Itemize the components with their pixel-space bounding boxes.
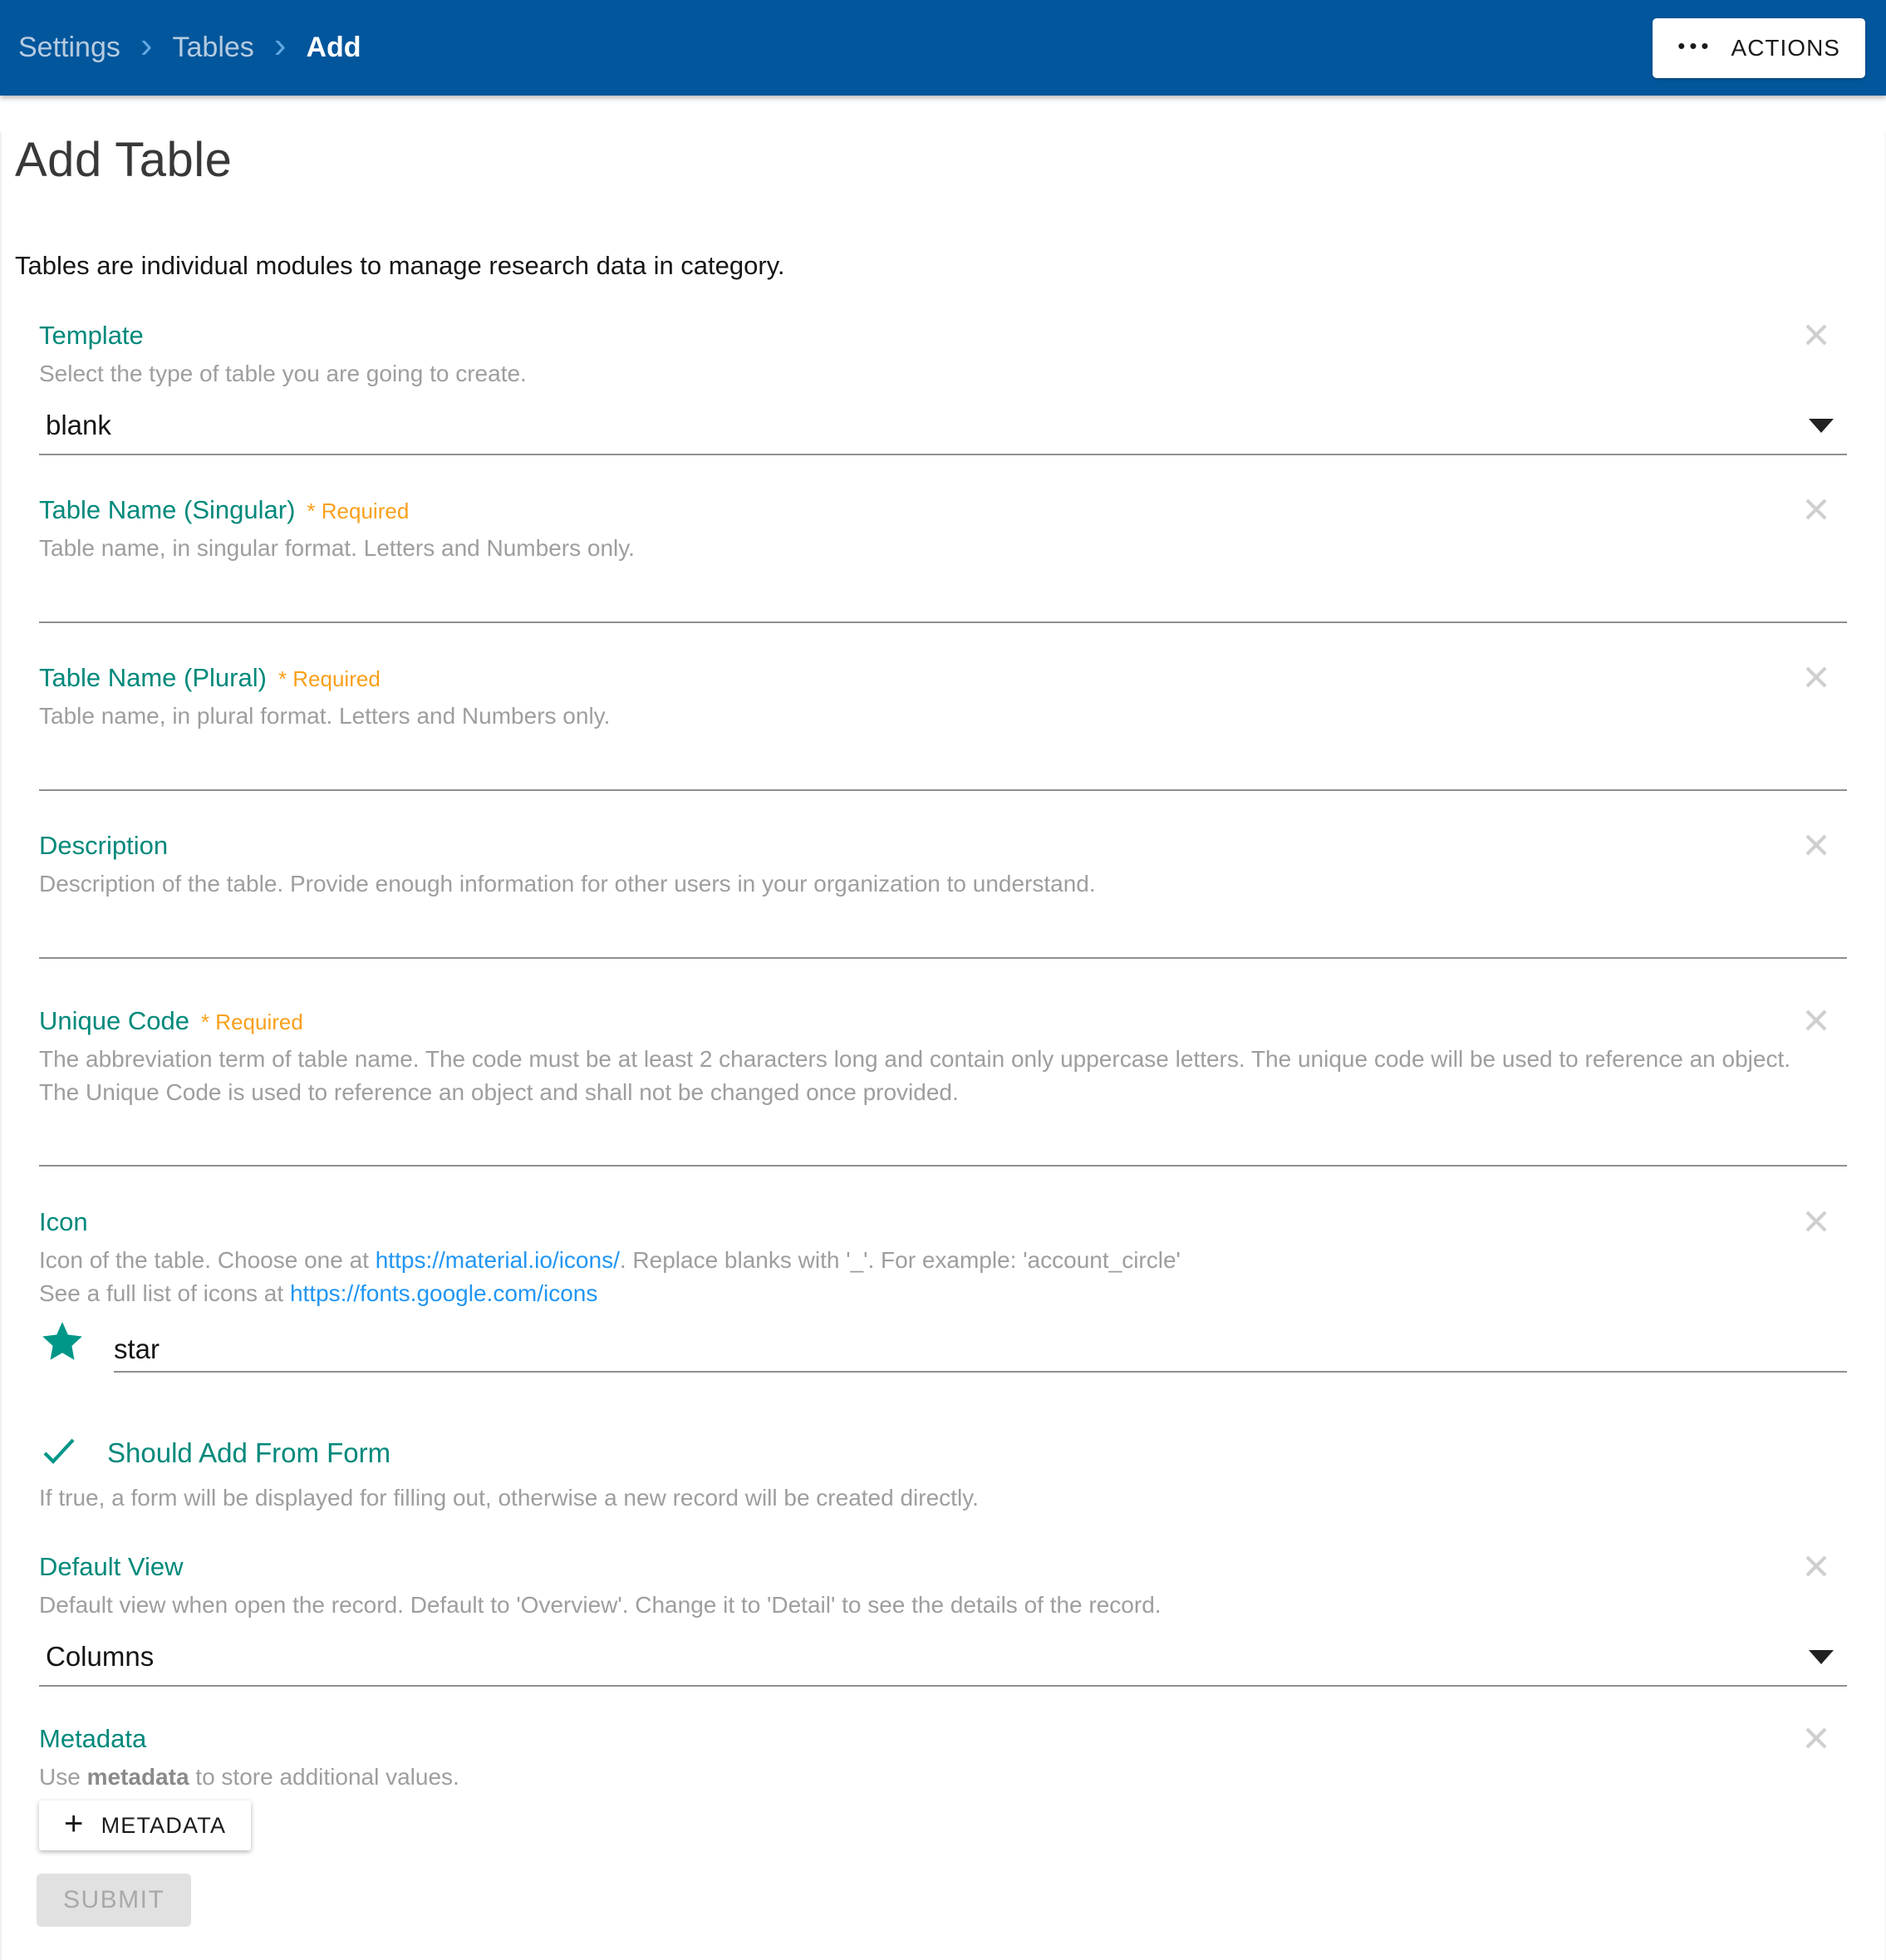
unique-code-help: The abbreviation term of table name. The…: [39, 1046, 1791, 1105]
close-icon[interactable]: [1797, 1719, 1835, 1757]
close-icon[interactable]: [1797, 1001, 1835, 1039]
page-content: Add Table Tables are individual modules …: [0, 132, 1886, 1960]
template-label: Template: [39, 321, 144, 350]
unique-code-label: Unique Code: [39, 1006, 189, 1035]
breadcrumb-tables[interactable]: Tables: [173, 32, 254, 64]
actions-button-label: ACTIONS: [1731, 34, 1840, 61]
template-help: Select the type of table you are going t…: [39, 361, 527, 386]
field-icon: Icon Icon of the table. Choose one at ht…: [39, 1207, 1847, 1373]
chevron-right-icon: ›: [273, 24, 287, 66]
chevron-right-icon: ›: [140, 24, 153, 66]
field-table-name-singular: Table Name (Singular) * Required Table n…: [39, 495, 1847, 623]
plural-input[interactable]: [39, 739, 1847, 791]
close-icon[interactable]: [1797, 658, 1835, 696]
icon-label: Icon: [39, 1207, 88, 1236]
icon-help-line2-prefix: See a full list of icons at: [39, 1280, 290, 1306]
required-badge: * Required: [200, 1009, 303, 1034]
google-fonts-icons-link[interactable]: https://fonts.google.com/icons: [290, 1280, 597, 1306]
dropdown-arrow-icon: [1809, 418, 1834, 433]
plus-icon: +: [64, 1805, 85, 1842]
singular-help: Table name, in singular format. Letters …: [39, 535, 635, 561]
page-title: Add Table: [15, 133, 233, 187]
default-view-select[interactable]: Columns: [39, 1628, 1847, 1687]
field-template: Template Select the type of table you ar…: [39, 321, 1847, 455]
icon-help: Icon of the table. Choose one at https:/…: [39, 1244, 1847, 1310]
description-input[interactable]: [39, 907, 1847, 959]
should-add-from-form-checkbox[interactable]: Should Add From Form: [39, 1431, 1847, 1475]
singular-label: Table Name (Singular): [39, 495, 296, 524]
add-metadata-button[interactable]: + METADATA: [39, 1800, 252, 1850]
field-table-name-plural: Table Name (Plural) * Required Table nam…: [39, 663, 1847, 791]
template-select-value: blank: [46, 410, 111, 440]
star-icon: [39, 1319, 114, 1373]
singular-input[interactable]: [39, 572, 1847, 623]
close-icon[interactable]: [1797, 316, 1835, 354]
default-view-select-value: Columns: [46, 1641, 155, 1672]
icon-help-line1-prefix: Icon of the table. Choose one at: [39, 1247, 376, 1273]
should-add-from-form-label: Should Add From Form: [107, 1437, 391, 1468]
close-icon[interactable]: [1797, 1547, 1835, 1585]
field-should-add-from-form: Should Add From Form If true, a form wil…: [39, 1431, 1847, 1515]
template-select[interactable]: blank: [39, 397, 1847, 455]
default-view-label: Default View: [39, 1552, 184, 1581]
ellipsis-icon: •••: [1677, 32, 1713, 58]
breadcrumb: Settings › Tables › Add: [18, 24, 361, 66]
description-help: Description of the table. Provide enough…: [39, 871, 1096, 896]
actions-button[interactable]: ••• ACTIONS: [1653, 17, 1865, 78]
app-header: Settings › Tables › Add ••• ACTIONS: [0, 0, 1886, 96]
metadata-help-bold: metadata: [86, 1764, 189, 1790]
field-description: Description Description of the table. Pr…: [39, 831, 1847, 959]
required-badge: * Required: [277, 666, 381, 691]
close-icon[interactable]: [1797, 1202, 1835, 1240]
page-intro: Tables are individual modules to manage …: [15, 251, 785, 280]
submit-button[interactable]: SUBMIT: [37, 1874, 192, 1927]
metadata-help: Use metadata to store additional values.: [39, 1761, 1847, 1794]
breadcrumb-add: Add: [306, 32, 361, 63]
icon-name-input[interactable]: star: [114, 1328, 1847, 1373]
material-icons-link[interactable]: https://material.io/icons/: [376, 1247, 620, 1273]
description-label: Description: [39, 831, 169, 860]
field-unique-code: Unique Code * Required The abbreviation …: [39, 1006, 1847, 1167]
unique-code-input[interactable]: [39, 1116, 1847, 1167]
default-view-help: Default view when open the record. Defau…: [39, 1592, 1162, 1618]
metadata-help-prefix: Use: [39, 1764, 87, 1790]
close-icon[interactable]: [1797, 490, 1835, 528]
field-default-view: Default View Default view when open the …: [39, 1552, 1847, 1687]
should-add-from-form-help: If true, a form will be displayed for fi…: [39, 1485, 979, 1511]
icon-name-value: star: [114, 1334, 160, 1364]
required-badge: * Required: [307, 499, 410, 523]
plural-label: Table Name (Plural): [39, 663, 267, 692]
close-icon[interactable]: [1797, 826, 1835, 864]
checkmark-icon: [39, 1431, 79, 1475]
dropdown-arrow-icon: [1809, 1649, 1834, 1664]
breadcrumb-settings[interactable]: Settings: [18, 32, 120, 64]
metadata-help-suffix: to store additional values.: [189, 1764, 459, 1790]
icon-help-line1-suffix: . Replace blanks with '_'. For example: …: [619, 1247, 1181, 1273]
field-metadata: Metadata Use metadata to store additiona…: [39, 1724, 1847, 1850]
add-metadata-button-label: METADATA: [101, 1812, 227, 1838]
plural-help: Table name, in plural format. Letters an…: [39, 703, 611, 729]
metadata-label: Metadata: [39, 1724, 147, 1753]
